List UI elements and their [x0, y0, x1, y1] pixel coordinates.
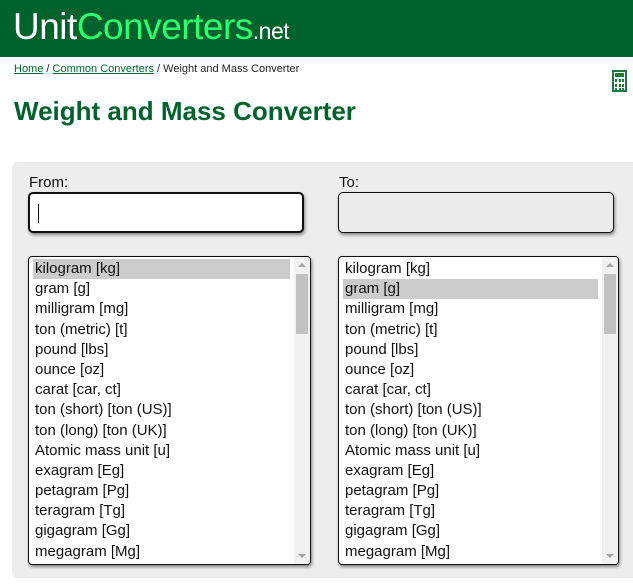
scrollbar-thumb[interactable] — [604, 274, 616, 334]
unit-option[interactable]: Atomic mass unit [u] — [33, 441, 290, 461]
unit-option[interactable]: kilogram [kg] — [33, 259, 290, 280]
unit-option[interactable]: ton (short) [ton (US)] — [343, 400, 598, 420]
scroll-up-arrow-icon[interactable] — [606, 263, 614, 267]
unit-option[interactable]: milligram [mg] — [343, 299, 598, 319]
unit-option[interactable]: milligram [mg] — [33, 299, 290, 319]
to-unit-listbox[interactable]: kilogram [kg] gram [g] milligram [mg] ton (… — [338, 256, 619, 565]
text-caret — [38, 204, 39, 223]
unit-option[interactable]: exagram [Eg] — [33, 461, 290, 481]
unit-option[interactable]: pound [lbs] — [343, 340, 598, 360]
unit-option[interactable]: petagram [Pg] — [33, 481, 290, 501]
unit-option[interactable]: megagram [Mg] — [343, 542, 598, 562]
unit-option[interactable]: hectogram [hg] — [33, 562, 290, 564]
unit-option[interactable]: gigagram [Gg] — [33, 521, 290, 541]
unit-option[interactable]: ton (long) [ton (UK)] — [33, 421, 290, 441]
from-list-scrollbar[interactable] — [294, 257, 310, 564]
page-title: Weight and Mass Converter — [14, 96, 356, 126]
unit-option[interactable]: ton (short) [ton (US)] — [33, 400, 290, 420]
from-unit-listbox[interactable]: kilogram [kg] gram [g] milligram [mg] ton (… — [28, 256, 311, 565]
logo-converters: Converters — [76, 6, 253, 47]
breadcrumb-separator: / — [43, 63, 53, 75]
unit-option[interactable]: carat [car, ct] — [343, 380, 598, 400]
calculator-screen — [615, 73, 624, 77]
unit-option[interactable]: teragram [Tg] — [343, 501, 598, 521]
from-unit-options: kilogram [kg] gram [g] milligram [mg] ton (… — [33, 259, 290, 564]
breadcrumb: Home / Common Converters / Weight and Ma… — [14, 63, 299, 75]
unit-option[interactable]: ton (metric) [t] — [33, 320, 290, 340]
unit-option[interactable]: pound [lbs] — [33, 340, 290, 360]
from-label: From: — [29, 174, 69, 191]
scroll-down-arrow-icon[interactable] — [606, 554, 614, 558]
unit-option[interactable]: hectogram [hg] — [343, 562, 598, 564]
unit-option[interactable]: gram [g] — [343, 279, 598, 300]
unit-option[interactable]: Atomic mass unit [u] — [343, 441, 598, 461]
calculator-icon[interactable] — [612, 70, 627, 92]
scroll-up-arrow-icon[interactable] — [298, 263, 306, 267]
breadcrumb-separator: / — [154, 63, 164, 75]
unit-option[interactable]: carat [car, ct] — [33, 380, 290, 400]
breadcrumb-current: Weight and Mass Converter — [163, 63, 300, 75]
unit-option[interactable]: kilogram [kg] — [343, 259, 598, 279]
from-value-input[interactable] — [28, 192, 304, 233]
unit-option[interactable]: ounce [oz] — [343, 360, 598, 380]
unit-option[interactable]: ton (metric) [t] — [343, 320, 598, 340]
calculator-keys — [615, 79, 624, 91]
unit-option[interactable]: teragram [Tg] — [33, 501, 290, 521]
logo-unit: Unit — [13, 6, 77, 47]
to-label: To: — [339, 174, 360, 191]
site-logo[interactable]: UnitConverters.net — [13, 6, 290, 51]
to-list-scrollbar[interactable] — [602, 257, 618, 564]
breadcrumb-home[interactable]: Home — [14, 63, 43, 75]
unit-option[interactable]: petagram [Pg] — [343, 481, 598, 501]
unit-option[interactable]: gigagram [Gg] — [343, 521, 598, 541]
breadcrumb-common-converters[interactable]: Common Converters — [53, 63, 154, 75]
logo-tld: .net — [252, 18, 290, 44]
scrollbar-thumb[interactable] — [296, 274, 308, 334]
unit-option[interactable]: ton (long) [ton (UK)] — [343, 421, 598, 441]
unit-option[interactable]: ounce [oz] — [33, 360, 290, 380]
site-header: UnitConverters.net — [0, 0, 633, 57]
unit-option[interactable]: gram [g] — [33, 279, 290, 299]
unit-option[interactable]: exagram [Eg] — [343, 461, 598, 481]
unit-option[interactable]: megagram [Mg] — [33, 542, 290, 562]
to-unit-options: kilogram [kg] gram [g] milligram [mg] ton (… — [343, 259, 598, 564]
to-value-output[interactable] — [338, 192, 614, 233]
scroll-down-arrow-icon[interactable] — [298, 554, 306, 558]
